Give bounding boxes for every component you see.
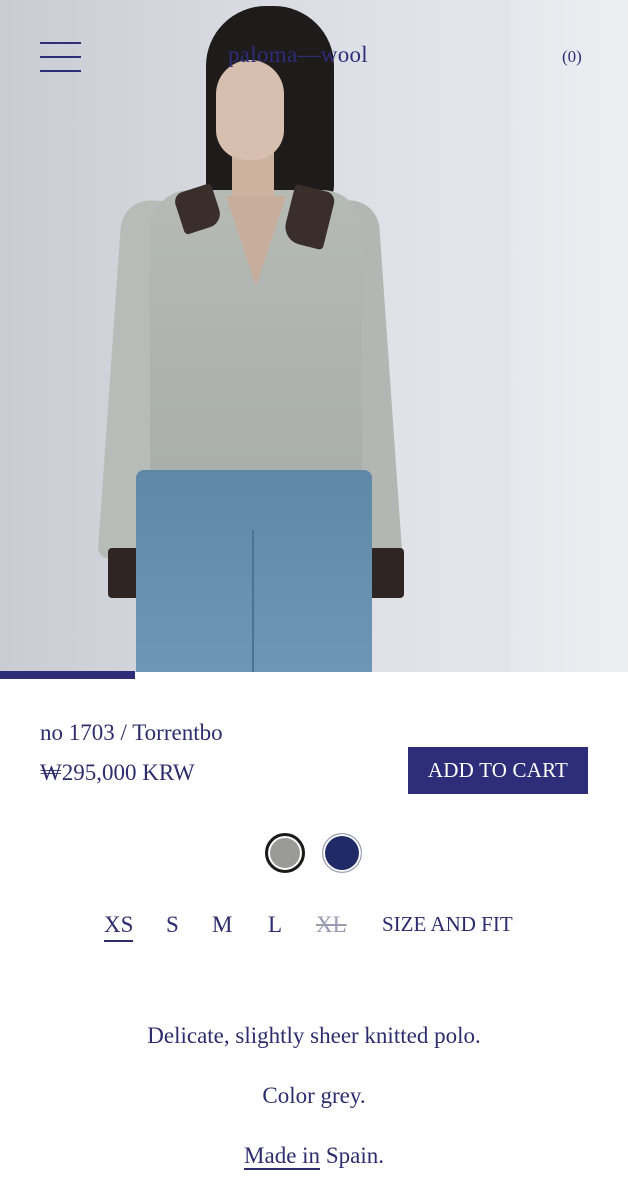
color-line: Color grey. <box>262 1083 366 1108</box>
size-selector: XS S M L XL <box>0 912 628 946</box>
product-page: paloma—wool (0) no 1703 / Torrentbo ₩295… <box>0 0 628 1200</box>
color-swatch-grey[interactable] <box>265 833 305 873</box>
product-title: no 1703 / Torrentbo <box>40 720 223 745</box>
cart-count[interactable]: (0) <box>562 47 582 67</box>
color-swatch-navy[interactable] <box>322 833 362 873</box>
size-s[interactable]: S <box>166 912 179 938</box>
menu-line <box>40 42 81 44</box>
model-face <box>216 60 284 160</box>
size-m[interactable]: M <box>212 912 232 938</box>
jeans-seam <box>252 530 254 672</box>
background-wall <box>510 0 628 672</box>
product-image[interactable] <box>0 0 628 672</box>
description-line: Delicate, slightly sheer knitted polo. <box>147 1023 481 1048</box>
size-xs[interactable]: XS <box>104 912 134 942</box>
menu-line <box>40 56 81 58</box>
model-vneck <box>226 196 286 286</box>
made-in-link[interactable]: Made in <box>244 1143 321 1170</box>
menu-line <box>40 70 81 72</box>
origin-line: Made in Spain. <box>0 1143 628 1170</box>
model-jeans <box>136 470 372 672</box>
hamburger-menu-icon[interactable] <box>40 42 81 74</box>
product-price: ₩295,000 KRW <box>40 760 195 785</box>
image-carousel-progress <box>0 671 135 679</box>
origin-country: Spain. <box>320 1143 384 1168</box>
add-to-cart-button[interactable]: ADD TO CART <box>408 747 588 794</box>
size-l[interactable]: L <box>268 912 282 938</box>
size-xl: XL <box>316 912 347 937</box>
brand-logo[interactable]: paloma—wool <box>228 42 368 68</box>
size-and-fit-link[interactable]: SIZE AND FIT <box>382 912 513 937</box>
